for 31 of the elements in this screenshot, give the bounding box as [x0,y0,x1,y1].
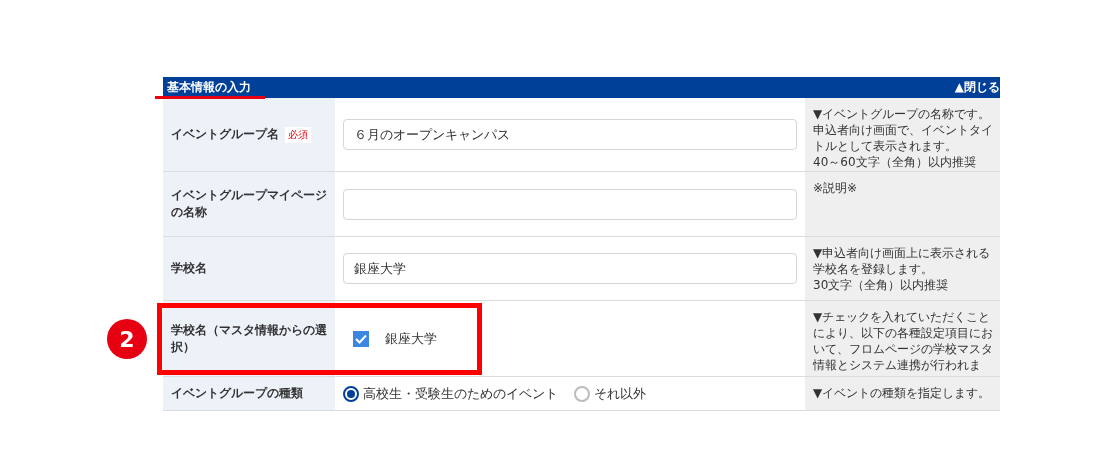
field-label: 学校名 [171,260,208,277]
field-label: イベントグループの種類 [171,385,304,402]
section-title: 基本情報の入力 [167,79,251,96]
required-tag: 必須 [285,126,311,143]
text-field[interactable]: 銀座大学 [343,253,797,284]
radio-label: それ以外 [594,384,646,403]
help-text: 学校名を登録します。 [813,261,934,277]
help-text: いて、フロムページの学校マスタ [813,341,994,357]
text-field[interactable] [343,188,797,220]
help-text: 申込者向け画面で、イベントタイ [813,122,994,138]
help-text: トルとして表示されます。 [813,138,958,154]
help-text: 30文字（全角）以内推奨 [813,277,950,293]
radio-button[interactable] [343,385,359,402]
field-label: イベントグループ名 [171,126,279,143]
collapse-link[interactable]: ▲閉じる [954,79,1000,96]
help-text: により、以下の各種設定項目にお [813,325,994,341]
help-text: ▼イベントグループの名称です。 [813,106,992,122]
radio-label: 高校生・受験生のためのイベント [363,384,558,403]
step-number: 2 [107,319,147,359]
help-text: 情報とシステム連携が行われま [813,357,982,373]
help-text: ▼チェックを入れていただくこと [813,309,992,325]
help-text: ※説明※ [813,180,859,196]
field-label: 学校名（マスタ情報からの選択） [171,321,328,356]
checkbox[interactable] [353,330,369,347]
radio-button[interactable] [574,385,590,402]
checkbox-label: 銀座大学 [385,329,437,348]
help-text: 40～60文字（全角）以内推奨 [813,154,977,170]
help-text: ▼申込者向け画面上に表示される [813,245,992,261]
field-label: イベントグループマイページの名称 [171,187,328,221]
help-text: ▼イベントの種類を指定します。 [813,385,992,401]
text-field[interactable]: ６月のオープンキャンパス [343,119,797,150]
